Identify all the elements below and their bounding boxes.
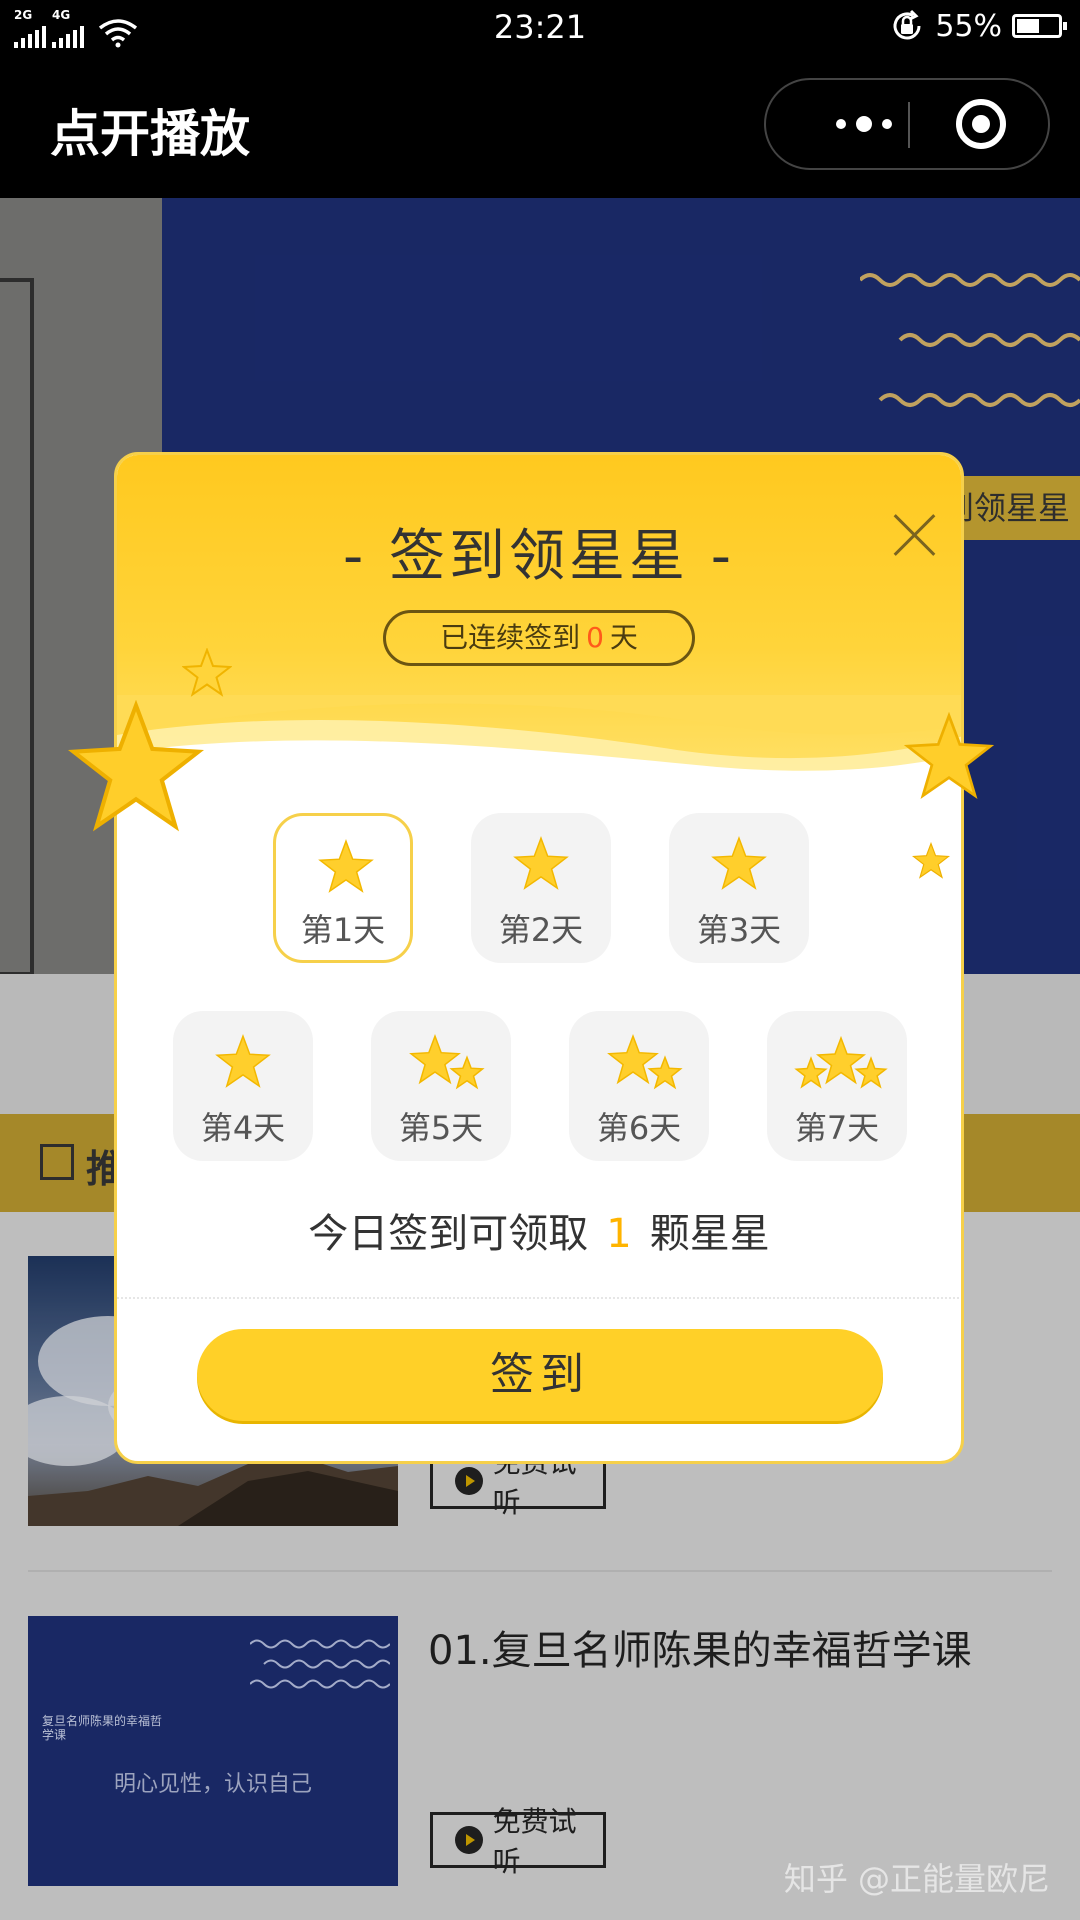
close-miniapp-button[interactable]	[956, 99, 1006, 149]
checkin-modal: - 签到领星星 - 已连续签到 0 天 第1天 第2天 第3天 第4天 第5天 第6天 第7天 …	[114, 452, 964, 1464]
battery-percent: 55%	[935, 8, 1002, 44]
header-wave	[117, 695, 961, 805]
star-icon	[513, 836, 569, 890]
modal-title: - 签到领星星 -	[342, 524, 735, 589]
reward-prefix: 今日签到可领取	[308, 1211, 589, 1257]
page-title: 点开播放	[50, 105, 250, 163]
reward-count: 1	[606, 1211, 632, 1257]
streak-suffix: 天	[609, 621, 638, 654]
nav-bar: 点开播放	[0, 56, 1080, 198]
streak-prefix: 已连续签到	[440, 621, 581, 654]
streak-badge: 已连续签到 0 天	[383, 610, 695, 666]
day-card-4[interactable]: 第4天	[173, 1011, 313, 1161]
star-icon	[912, 842, 950, 879]
checkin-button[interactable]: 签到	[197, 1329, 883, 1421]
star-icon	[68, 700, 204, 832]
day-card-7[interactable]: 第7天	[767, 1011, 907, 1161]
day-card-3[interactable]: 第3天	[669, 813, 809, 963]
star-icon	[794, 1035, 888, 1089]
rotation-lock-icon	[893, 9, 921, 40]
battery-icon	[1012, 14, 1067, 38]
star-icon	[607, 1033, 683, 1090]
battery-fill	[1017, 19, 1039, 33]
close-icon[interactable]	[893, 513, 937, 557]
day-card-6[interactable]: 第6天	[569, 1011, 709, 1161]
day-card-1[interactable]: 第1天	[273, 813, 413, 963]
status-right: 55%	[889, 8, 1067, 44]
miniapp-capsule	[764, 78, 1050, 170]
star-icon	[182, 648, 232, 697]
day-label: 第4天	[200, 1109, 286, 1147]
day-card-5[interactable]: 第5天	[371, 1011, 511, 1161]
reward-text: 今日签到可领取 1 颗星星	[117, 1201, 961, 1259]
reward-suffix: 颗星星	[649, 1211, 770, 1257]
day-label: 第7天	[794, 1109, 880, 1147]
dot-icon	[882, 119, 892, 129]
dot-icon	[856, 116, 872, 132]
capsule-divider	[908, 102, 910, 148]
day-label: 第3天	[696, 911, 782, 949]
star-icon	[409, 1033, 485, 1090]
day-label: 第6天	[596, 1109, 682, 1147]
dot-icon	[836, 119, 846, 129]
streak-count: 0	[586, 621, 604, 654]
star-icon	[215, 1034, 271, 1088]
day-card-2[interactable]: 第2天	[471, 813, 611, 963]
star-icon	[318, 839, 374, 893]
day-label: 第2天	[498, 911, 584, 949]
star-icon	[904, 712, 994, 799]
status-bar: 2G 4G 23:21 55%	[0, 0, 1080, 56]
day-label: 第1天	[300, 911, 386, 949]
modal-divider	[117, 1297, 961, 1299]
day-label: 第5天	[398, 1109, 484, 1147]
more-button[interactable]	[804, 80, 924, 168]
star-icon	[711, 836, 767, 890]
